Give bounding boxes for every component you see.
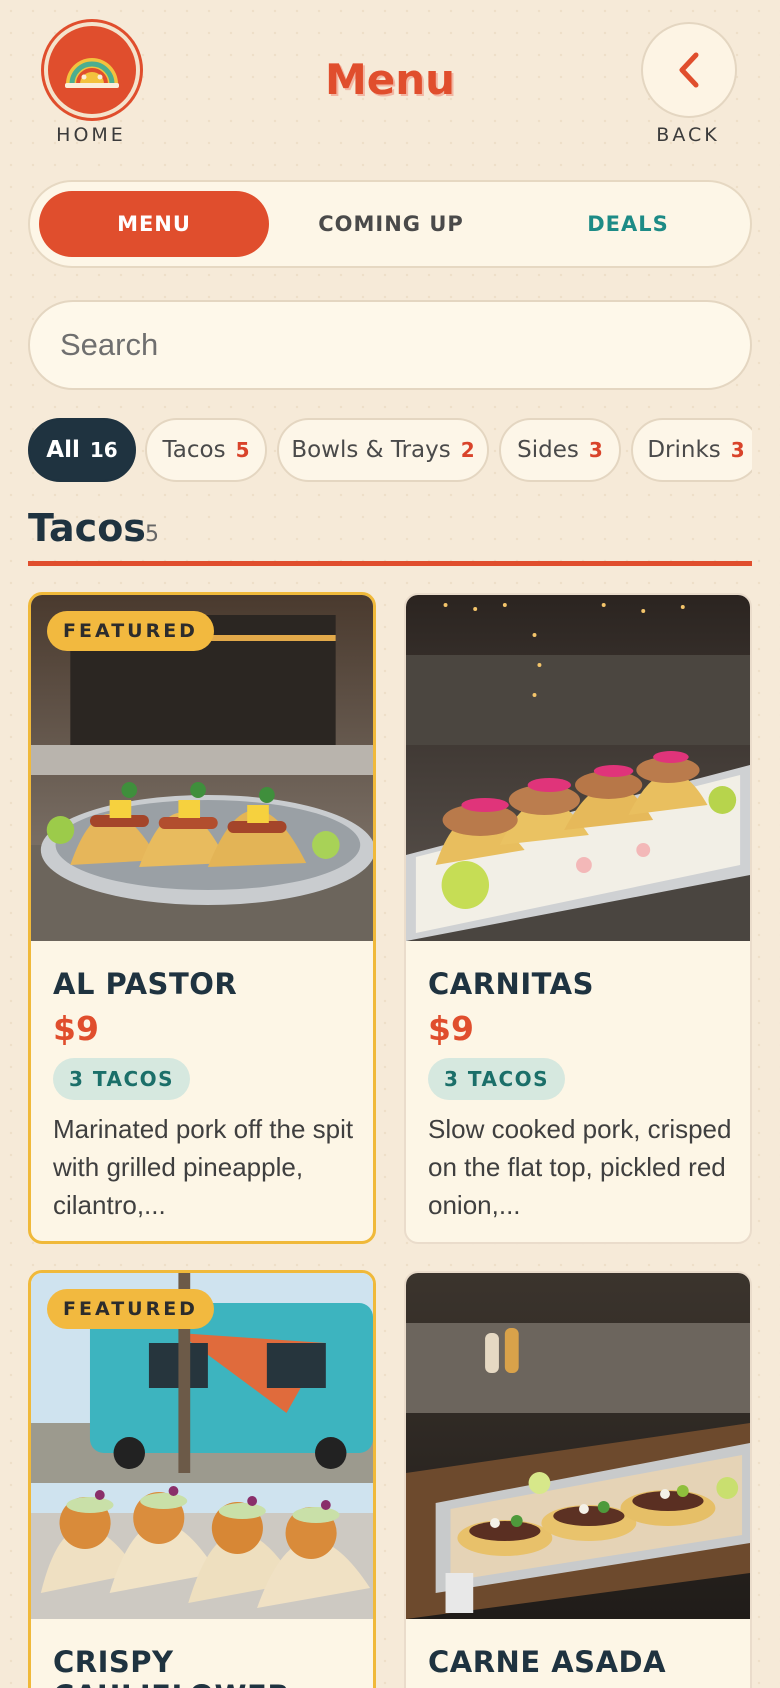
item-info: CARNE ASADA — [428, 1645, 732, 1679]
item-quantity-badge: 3 TACOS — [53, 1058, 191, 1100]
chip-label: Sides — [517, 437, 579, 463]
item-name: CRISPY CAULIFLOWER — [53, 1645, 290, 1688]
search-input[interactable] — [28, 300, 752, 390]
back-label[interactable]: BACK — [628, 124, 748, 146]
chip-label: All — [46, 437, 80, 463]
item-quantity-badge: 3 TACOS — [428, 1058, 566, 1100]
menu-item-card[interactable]: CARNE ASADA — [404, 1271, 752, 1688]
menu-item-card[interactable]: CARNITAS $9 3 TACOS Slow cooked pork, cr… — [404, 593, 752, 1244]
chip-label: Drinks — [647, 437, 721, 463]
chip-drinks[interactable]: Drinks 3 — [631, 418, 752, 482]
item-price: $9 — [53, 1009, 99, 1048]
item-name: CARNE ASADA — [428, 1645, 667, 1679]
menu-item-card[interactable]: FEATURED CRISPY CAULIFLOWER — [28, 1270, 376, 1688]
category-filter: All 16 Tacos 5 Bowls & Trays 2 Sides 3 D… — [28, 418, 752, 484]
item-info: CRISPY CAULIFLOWER — [53, 1645, 355, 1688]
chip-sides[interactable]: Sides 3 — [499, 418, 621, 482]
item-info: CARNITAS $9 3 TACOS Slow cooked pork, cr… — [428, 967, 732, 1224]
chip-count: 16 — [89, 438, 118, 462]
item-photo — [406, 1273, 750, 1619]
item-photo — [406, 595, 750, 941]
item-description: Slow cooked pork, crisped on the flat to… — [428, 1114, 732, 1220]
chip-bowls-trays[interactable]: Bowls & Trays 2 — [277, 418, 489, 482]
chip-count: 3 — [588, 438, 603, 462]
home-label[interactable]: HOME — [31, 124, 151, 146]
section-title: Tacos — [28, 506, 146, 550]
app-header: HOME Menu BACK — [0, 0, 780, 160]
chip-count: 2 — [460, 438, 475, 462]
chip-count: 5 — [235, 438, 250, 462]
item-name: AL PASTOR — [53, 967, 238, 1001]
item-photo: FEATURED — [31, 1273, 373, 1619]
featured-badge: FEATURED — [47, 611, 214, 651]
tab-menu[interactable]: MENU — [39, 191, 269, 257]
section-count: 5 — [145, 522, 159, 547]
chip-label: Bowls & Trays — [291, 437, 451, 463]
item-name: CARNITAS — [428, 967, 594, 1001]
chip-all[interactable]: All 16 — [28, 418, 136, 482]
view-tabs: MENU COMING UP DEALS — [28, 180, 752, 268]
section-divider — [28, 561, 752, 566]
tab-deals[interactable]: DEALS — [513, 191, 743, 257]
tab-coming-up[interactable]: COMING UP — [276, 191, 506, 257]
chip-tacos[interactable]: Tacos 5 — [145, 418, 267, 482]
menu-item-card[interactable]: FEATURED AL PASTOR $9 3 TACOS Marinated … — [28, 592, 376, 1244]
item-price: $9 — [428, 1009, 474, 1048]
item-info: AL PASTOR $9 3 TACOS Marinated pork off … — [53, 967, 355, 1224]
chip-count: 3 — [730, 438, 745, 462]
back-button[interactable] — [641, 22, 737, 118]
item-description: Marinated pork off the spit with grilled… — [53, 1114, 354, 1220]
featured-badge: FEATURED — [47, 1289, 214, 1329]
chevron-left-icon — [679, 52, 699, 88]
item-photo: FEATURED — [31, 595, 373, 941]
chip-label: Tacos — [162, 437, 226, 463]
